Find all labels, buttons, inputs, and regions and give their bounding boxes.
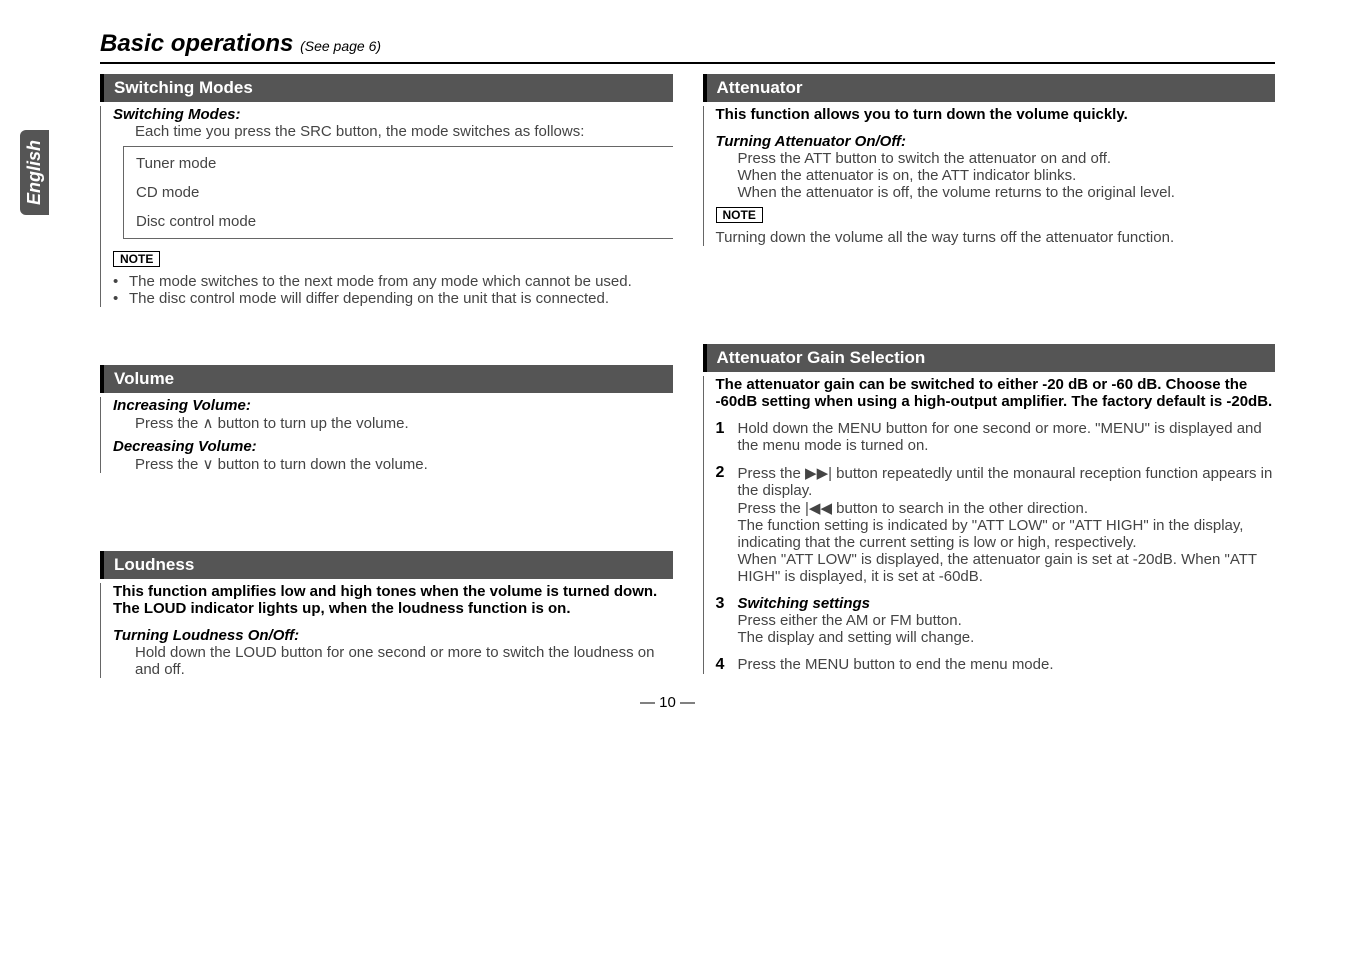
attenuator-intro: This function allows you to turn down th… [716, 106, 1276, 123]
volume-dec-text: Press the ∨ button to turn down the volu… [113, 455, 673, 473]
section-attenuator-header: Attenuator [703, 74, 1276, 102]
attenuator-sub: Turning Attenuator On/Off: [716, 133, 1276, 150]
step-3: 3 Switching settings Press either the AM… [716, 595, 1276, 646]
loudness-intro2: The LOUD indicator lights up, when the l… [113, 600, 673, 617]
title-rule [100, 62, 1275, 64]
attenuator-note: Turning down the volume all the way turn… [716, 229, 1276, 246]
section-switching-modes-header: Switching Modes [100, 74, 673, 102]
section-volume-header: Volume [100, 365, 673, 393]
mode-disc-control: Disc control mode [136, 207, 673, 236]
note-label: NOTE [113, 251, 160, 267]
section-switching-modes: Switching Modes: Each time you press the… [100, 106, 673, 307]
section-attenuator: This function allows you to turn down th… [703, 106, 1276, 246]
section-volume: Increasing Volume: Press the ∧ button to… [100, 397, 673, 473]
step-2a: Press the ▶▶| button repeatedly until th… [738, 464, 1276, 499]
step-3-title: Switching settings [738, 595, 1276, 612]
title-sub: (See page 6) [300, 38, 381, 54]
step-2c: The function setting is indicated by "AT… [738, 517, 1276, 551]
title-main: Basic operations [100, 30, 293, 57]
switching-modes-sub: Switching Modes: [113, 106, 673, 123]
step-2: 2 Press the ▶▶| button repeatedly until … [716, 464, 1276, 585]
loudness-text: Hold down the LOUD button for one second… [113, 644, 673, 678]
volume-inc-text: Press the ∧ button to turn up the volume… [113, 414, 673, 432]
page-content: Basic operations (See page 6) Switching … [0, 0, 1355, 731]
section-gain: The attenuator gain can be switched to e… [703, 376, 1276, 674]
mode-flow: Tuner mode CD mode Disc control mode [123, 146, 673, 239]
step-3-num: 3 [716, 595, 730, 646]
step-4-num: 4 [716, 656, 730, 674]
bullet-dot: • [113, 273, 123, 290]
page-number: — 10 — [60, 694, 1275, 711]
page-title: Basic operations (See page 6) [100, 30, 1275, 58]
step-1-num: 1 [716, 420, 730, 454]
loudness-intro1: This function amplifies low and high ton… [113, 583, 673, 600]
volume-dec-label: Decreasing Volume: [113, 438, 673, 455]
attenuator-l2: When the attenuator is on, the ATT indic… [716, 167, 1276, 184]
note-1-text: The mode switches to the next mode from … [129, 273, 632, 290]
step-4: 4 Press the MENU button to end the menu … [716, 656, 1276, 674]
step-3a: Press either the AM or FM button. [738, 612, 1276, 629]
step-3b: The display and setting will change. [738, 629, 1276, 646]
switching-modes-intro: Each time you press the SRC button, the … [113, 123, 673, 140]
right-column: Attenuator This function allows you to t… [703, 74, 1276, 684]
section-loudness-header: Loudness [100, 551, 673, 579]
step-2-content: Press the ▶▶| button repeatedly until th… [738, 464, 1276, 585]
step-4-text: Press the MENU button to end the menu mo… [738, 656, 1276, 674]
step-2d: When "ATT LOW" is displayed, the attenua… [738, 551, 1276, 585]
note-1: • The mode switches to the next mode fro… [113, 273, 673, 290]
note-label-att: NOTE [716, 207, 763, 223]
attenuator-l3: When the attenuator is off, the volume r… [716, 184, 1276, 201]
mode-tuner: Tuner mode [136, 149, 673, 178]
gain-intro: The attenuator gain can be switched to e… [716, 376, 1276, 410]
step-3-content: Switching settings Press either the AM o… [738, 595, 1276, 646]
bullet-dot: • [113, 290, 123, 307]
left-column: Switching Modes Switching Modes: Each ti… [100, 74, 673, 684]
step-1-text: Hold down the MENU button for one second… [738, 420, 1276, 454]
step-1: 1 Hold down the MENU button for one seco… [716, 420, 1276, 454]
attenuator-l1: Press the ATT button to switch the atten… [716, 150, 1276, 167]
note-2: • The disc control mode will differ depe… [113, 290, 673, 307]
section-gain-header: Attenuator Gain Selection [703, 344, 1276, 372]
section-loudness: This function amplifies low and high ton… [100, 583, 673, 678]
note-2-text: The disc control mode will differ depend… [129, 290, 609, 307]
mode-cd: CD mode [136, 178, 673, 207]
volume-inc-label: Increasing Volume: [113, 397, 673, 414]
step-2-num: 2 [716, 464, 730, 585]
loudness-sub: Turning Loudness On/Off: [113, 627, 673, 644]
step-2b: Press the |◀◀ button to search in the ot… [738, 499, 1276, 517]
